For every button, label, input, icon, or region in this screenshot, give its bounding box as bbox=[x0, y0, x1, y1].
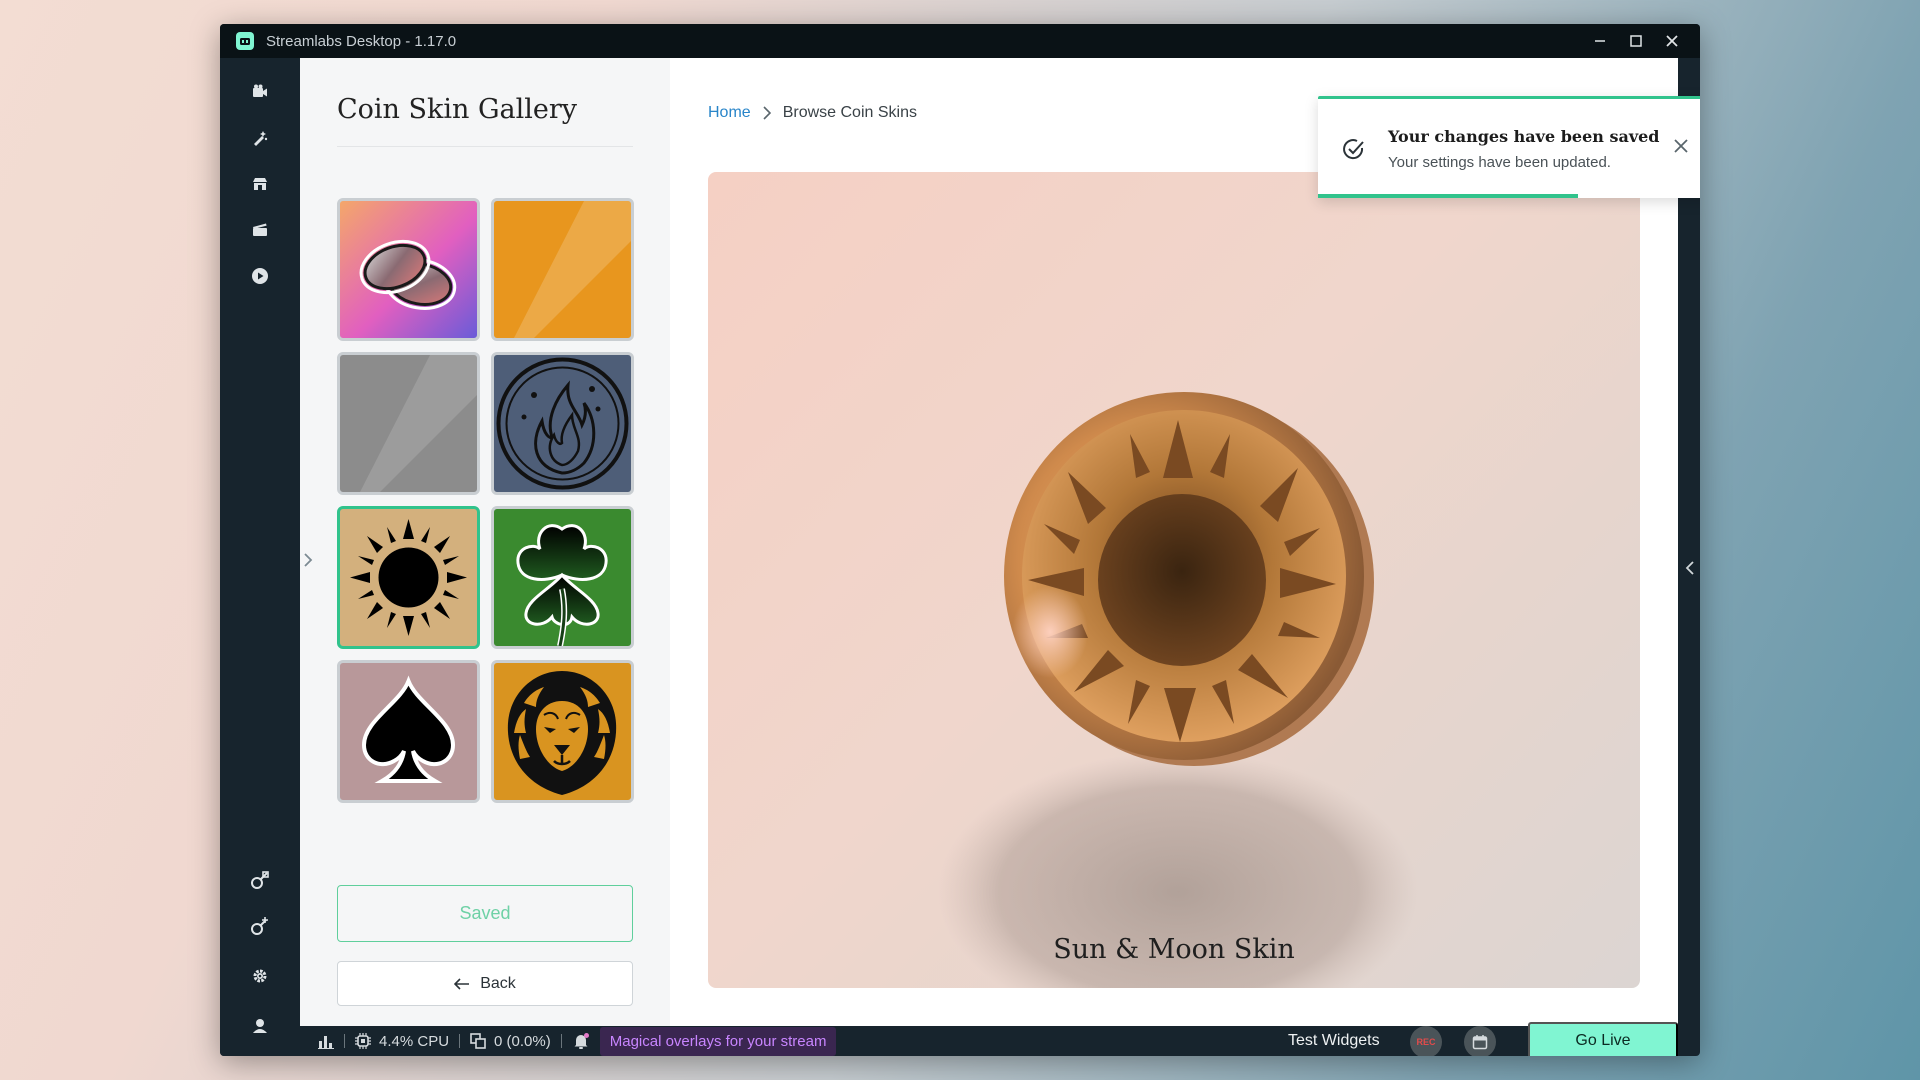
skin-tile-orange-gloss[interactable] bbox=[491, 198, 634, 341]
collapse-left-button[interactable] bbox=[300, 548, 316, 572]
spade-icon bbox=[361, 675, 456, 783]
gear-icon bbox=[253, 969, 267, 983]
dropped-frames-value: 0 (0.0%) bbox=[494, 1032, 551, 1050]
gallery-panel: Coin Skin Gallery Saved Back bbox=[300, 58, 670, 1026]
skin-tile-clover[interactable] bbox=[491, 506, 634, 649]
back-button[interactable]: Back bbox=[337, 961, 633, 1006]
camera-icon bbox=[253, 84, 267, 97]
store-icon bbox=[253, 178, 267, 190]
skin-tile-silver-gloss[interactable] bbox=[337, 352, 480, 495]
skin-tile-spade[interactable] bbox=[337, 660, 480, 803]
toast-close-button[interactable] bbox=[1672, 137, 1690, 160]
gloss-icon bbox=[360, 355, 477, 492]
promo-banner[interactable]: Magical overlays for your stream bbox=[599, 1026, 837, 1056]
fire-icon bbox=[496, 357, 629, 490]
skin-tile-coins-gradient[interactable] bbox=[337, 198, 480, 341]
studio-icon bbox=[253, 223, 267, 236]
gallery-title: Coin Skin Gallery bbox=[337, 94, 578, 125]
link-icon bbox=[251, 871, 269, 889]
bar-chart-icon bbox=[318, 1036, 334, 1049]
gloss-icon bbox=[514, 201, 631, 338]
close-icon bbox=[1674, 139, 1688, 153]
dropped-frames-stat: 0 (0.0%) bbox=[470, 1033, 551, 1050]
cpu-icon bbox=[355, 1033, 371, 1049]
main-panel: Home Browse Coin Skins Sun & Moon Skin bbox=[670, 58, 1678, 1026]
user-icon bbox=[253, 1019, 267, 1033]
skin-name-label: Sun & Moon Skin bbox=[1053, 934, 1295, 965]
test-widgets-button[interactable]: Test Widgets bbox=[1288, 1032, 1380, 1050]
calendar-icon bbox=[1472, 1035, 1488, 1050]
check-circle-icon bbox=[1343, 139, 1364, 160]
status-bar: 4.4% CPU 0 (0.0%) Magical overlays for y… bbox=[300, 1022, 1678, 1056]
nav-link[interactable] bbox=[244, 864, 276, 896]
toast-title: Your changes have been saved bbox=[1388, 127, 1660, 146]
breadcrumb-current: Browse Coin Skins bbox=[782, 104, 917, 121]
nav-themes[interactable] bbox=[244, 122, 276, 154]
lion-icon bbox=[507, 671, 617, 795]
nav-studio[interactable] bbox=[244, 214, 276, 246]
bell-icon bbox=[574, 1033, 589, 1049]
minimize-button[interactable] bbox=[1582, 24, 1618, 58]
gallery-divider bbox=[337, 146, 633, 147]
nav-settings[interactable] bbox=[244, 960, 276, 992]
go-live-button[interactable]: Go Live bbox=[1528, 1022, 1678, 1056]
coin-3d-render bbox=[938, 392, 1418, 988]
nav-play[interactable] bbox=[244, 260, 276, 292]
skin-tile-fire-emblem[interactable] bbox=[491, 352, 634, 495]
breadcrumb: Home Browse Coin Skins bbox=[708, 104, 917, 122]
stats-button[interactable] bbox=[318, 1033, 334, 1049]
breadcrumb-home-link[interactable]: Home bbox=[708, 104, 751, 122]
divider bbox=[344, 1034, 345, 1048]
back-label: Back bbox=[480, 974, 516, 992]
clover-icon bbox=[516, 524, 608, 646]
chevron-right-icon bbox=[304, 553, 313, 567]
arrow-left-icon bbox=[454, 977, 470, 990]
nav-editor[interactable] bbox=[244, 76, 276, 108]
notifications-button[interactable] bbox=[572, 1032, 590, 1050]
divider bbox=[560, 1034, 562, 1048]
coin-preview: Sun & Moon Skin bbox=[708, 172, 1640, 988]
play-icon bbox=[252, 268, 268, 284]
divider bbox=[459, 1034, 461, 1048]
record-button[interactable]: REC bbox=[1410, 1026, 1442, 1056]
title-bar[interactable]: Streamlabs Desktop - 1.17.0 bbox=[220, 24, 1700, 58]
app-window: Streamlabs Desktop - 1.17.0 Coin Skin Ga… bbox=[220, 24, 1700, 1056]
nav-link-plus[interactable] bbox=[244, 910, 276, 942]
chevron-right-icon bbox=[763, 106, 771, 120]
nav-profile[interactable] bbox=[244, 1010, 276, 1042]
coins-icon bbox=[359, 239, 457, 310]
frames-icon bbox=[470, 1033, 486, 1049]
maximize-button[interactable] bbox=[1618, 24, 1654, 58]
close-window-button[interactable] bbox=[1654, 24, 1690, 58]
toast-progress-bar bbox=[1318, 194, 1578, 198]
toast-notification: Your changes have been saved Your settin… bbox=[1318, 96, 1700, 198]
skin-tile-lion[interactable] bbox=[491, 660, 634, 803]
cpu-value: 4.4% CPU bbox=[379, 1032, 450, 1050]
cpu-stat: 4.4% CPU bbox=[355, 1033, 449, 1050]
close-icon bbox=[1666, 35, 1678, 47]
side-nav bbox=[220, 58, 300, 1056]
saved-button[interactable]: Saved bbox=[337, 885, 633, 942]
collapse-right-button[interactable] bbox=[1680, 556, 1700, 580]
skin-tile-sun[interactable] bbox=[337, 506, 480, 649]
themes-icon bbox=[254, 131, 268, 146]
window-title: Streamlabs Desktop - 1.17.0 bbox=[266, 32, 457, 50]
toast-message: Your settings have been updated. bbox=[1388, 154, 1611, 171]
chevron-left-icon bbox=[1685, 561, 1694, 575]
link-plus-icon bbox=[251, 917, 268, 935]
minimize-icon bbox=[1595, 40, 1605, 42]
sun-icon bbox=[350, 519, 467, 636]
content-area: Coin Skin Gallery Saved Back Home Browse… bbox=[300, 58, 1700, 1026]
streamlabs-logo-icon bbox=[236, 32, 254, 50]
maximize-icon bbox=[1630, 35, 1642, 47]
nav-store[interactable] bbox=[244, 168, 276, 200]
schedule-button[interactable] bbox=[1464, 1026, 1496, 1056]
